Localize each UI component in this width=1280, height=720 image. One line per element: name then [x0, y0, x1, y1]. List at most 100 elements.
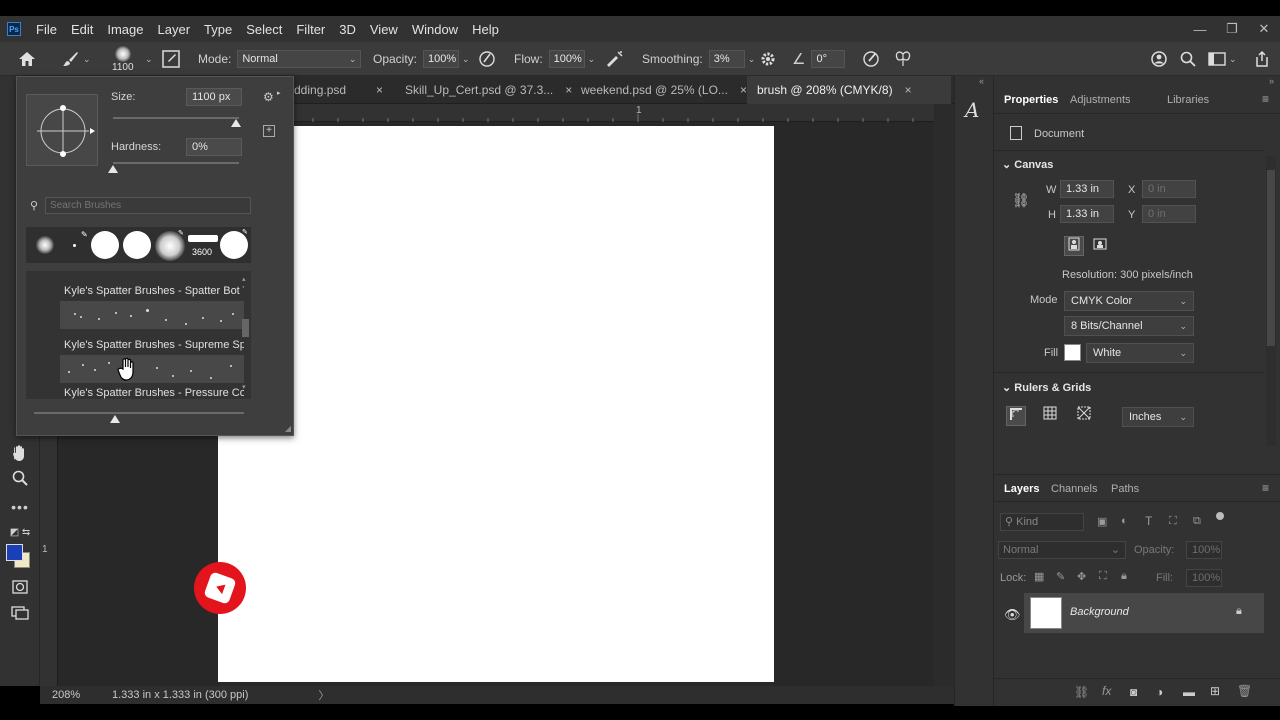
fill-color-swatch[interactable]	[1064, 344, 1081, 361]
color-mode-select[interactable]: CMYK Color ⌄	[1064, 291, 1194, 311]
brush-settings-panel-icon[interactable]	[162, 42, 180, 76]
x-input[interactable]: 0 in	[1142, 180, 1196, 198]
layer-row-background[interactable]: Background 🔒︎	[1024, 593, 1264, 633]
brush-angle-preview[interactable]	[26, 94, 98, 166]
flow-input[interactable]: 100%	[548, 50, 585, 68]
menu-window[interactable]: Window	[405, 22, 465, 37]
lock-transparent-icon[interactable]: ▦	[1034, 570, 1044, 583]
layer-effects-icon[interactable]: fx	[1102, 684, 1111, 698]
layer-opacity-input[interactable]: 100%	[1186, 541, 1222, 559]
link-layers-icon[interactable]: ⛓	[1074, 685, 1089, 699]
y-input[interactable]: 0 in	[1142, 205, 1196, 223]
canvas-section-toggle[interactable]: ⌄ Canvas	[1002, 158, 1053, 171]
bit-depth-select[interactable]: 8 Bits/Channel ⌄	[1064, 316, 1194, 336]
smoothing-input[interactable]: 3%	[708, 50, 745, 68]
document-canvas[interactable]	[218, 126, 774, 682]
lock-image-icon[interactable]: ✎	[1056, 570, 1065, 583]
add-mask-icon[interactable]: ◙	[1130, 685, 1137, 699]
preview-size-slider-thumb[interactable]	[110, 415, 120, 423]
menu-edit[interactable]: Edit	[64, 22, 100, 37]
link-chain-icon[interactable]: ⛓	[1012, 192, 1030, 209]
filter-pixel-icon[interactable]: ▣	[1097, 515, 1107, 528]
foreground-color-swatch[interactable]	[6, 544, 23, 561]
share-people-icon[interactable]	[1150, 42, 1168, 76]
search-brushes-input[interactable]	[45, 197, 251, 214]
layer-lock-icon[interactable]: 🔒︎	[1236, 605, 1242, 618]
landscape-orientation-icon[interactable]	[1090, 236, 1110, 256]
filter-shape-icon[interactable]: ⛶	[1169, 515, 1177, 528]
quick-mask-icon[interactable]	[8, 578, 32, 600]
new-layer-icon[interactable]: ⊞	[1210, 684, 1220, 698]
preview-size-slider-track[interactable]	[34, 412, 244, 414]
close-window-button[interactable]: ✕	[1248, 21, 1280, 37]
panel-menu-icon[interactable]: ≡	[1262, 92, 1269, 106]
menu-select[interactable]: Select	[239, 22, 289, 37]
size-slider-thumb[interactable]	[231, 119, 242, 127]
workspace-icon[interactable]: ⌄	[1208, 42, 1237, 76]
resize-grip-icon[interactable]: ◢	[285, 424, 291, 433]
brush-picker-chevron-icon[interactable]: ⌄	[142, 42, 153, 76]
screen-mode-icon[interactable]	[8, 604, 32, 626]
tab-weekend[interactable]: weekend.psd @ 25% (LO... ×	[571, 76, 757, 104]
grid-icon[interactable]	[1040, 406, 1060, 426]
menu-file[interactable]: File	[29, 22, 64, 37]
pressure-opacity-icon[interactable]	[478, 42, 496, 76]
brush-stroke-preview[interactable]	[60, 355, 244, 383]
restore-button[interactable]: ❐	[1216, 21, 1248, 37]
gear-icon[interactable]: ⚙	[263, 90, 274, 104]
size-input[interactable]: 1100 px	[186, 88, 242, 106]
layer-kind-filter[interactable]: ⚲ Kind	[1000, 513, 1084, 531]
height-input[interactable]: 1.33 in	[1060, 205, 1114, 223]
menu-view[interactable]: View	[363, 22, 405, 37]
tab-skill-up-cert[interactable]: Skill_Up_Cert.psd @ 37.3... ×	[395, 76, 582, 104]
width-input[interactable]: 1.33 in	[1060, 180, 1114, 198]
guides-icon[interactable]	[1074, 406, 1094, 426]
layer-name[interactable]: Background	[1070, 606, 1129, 618]
opacity-chevron-icon[interactable]: ⌄	[462, 54, 470, 65]
hand-tool-icon[interactable]	[8, 444, 32, 466]
vertical-scrollbar[interactable]	[934, 104, 954, 686]
properties-scrollbar[interactable]	[1266, 156, 1276, 446]
layer-fill-input[interactable]: 100%	[1186, 569, 1222, 587]
size-slider-track[interactable]	[113, 117, 239, 119]
menu-help[interactable]: Help	[465, 22, 506, 37]
search-icon[interactable]	[1180, 42, 1196, 76]
tab-wedding[interactable]: dding.psd ×	[284, 76, 393, 104]
fill-select[interactable]: White ⌄	[1086, 343, 1194, 363]
tab-channels[interactable]: Channels	[1051, 483, 1097, 495]
layer-blend-mode-select[interactable]: Normal ⌄	[998, 541, 1126, 559]
symmetry-butterfly-icon[interactable]	[894, 42, 912, 76]
menu-3d[interactable]: 3D	[332, 22, 363, 37]
menu-image[interactable]: Image	[100, 22, 150, 37]
blend-mode-select[interactable]: Normal ⌄	[237, 50, 362, 68]
brush-preset-hard-round-2[interactable]	[123, 231, 151, 259]
ruler-icon[interactable]	[1006, 406, 1026, 426]
new-group-icon[interactable]: ▬	[1183, 685, 1195, 699]
menu-type[interactable]: Type	[197, 22, 239, 37]
character-panel-icon[interactable]: A	[965, 98, 979, 122]
close-icon[interactable]: ×	[740, 83, 747, 97]
brush-preset-small-dot[interactable]	[73, 244, 76, 247]
default-colors-icon[interactable]: ◩ ⇆	[8, 522, 32, 544]
lock-position-icon[interactable]: ✥	[1077, 570, 1086, 583]
ruler-units-select[interactable]: Inches ⌄	[1122, 407, 1194, 427]
filter-smart-object-icon[interactable]: ⧉	[1193, 515, 1201, 528]
hardness-slider-track[interactable]	[113, 162, 239, 164]
filter-type-icon[interactable]: T	[1145, 514, 1152, 528]
brush-item-label[interactable]: Kyle's Spatter Brushes - Supreme Spatter	[64, 339, 244, 351]
zoom-tool-icon[interactable]	[8, 470, 32, 492]
flow-chevron-icon[interactable]: ⌄	[588, 54, 596, 65]
home-icon[interactable]	[18, 42, 36, 76]
brush-stroke-preview[interactable]	[60, 301, 244, 329]
brush-item-label[interactable]: Kyle's Spatter Brushes - Pressure Contro…	[64, 387, 244, 399]
portrait-orientation-icon[interactable]	[1064, 236, 1084, 256]
angle-input[interactable]: 0°	[811, 50, 846, 68]
eye-visibility-icon[interactable]: 👁︎	[1004, 607, 1021, 623]
expand-panels-icon[interactable]: »	[1269, 76, 1274, 86]
adjustment-layer-icon[interactable]: ◑	[1156, 685, 1163, 699]
filter-toggle-icon[interactable]	[1216, 512, 1224, 520]
brush-preset-hard-round[interactable]	[91, 231, 119, 259]
hardness-slider-thumb[interactable]	[108, 165, 118, 173]
new-preset-icon[interactable]: +	[263, 125, 275, 137]
tab-paths[interactable]: Paths	[1111, 483, 1139, 495]
